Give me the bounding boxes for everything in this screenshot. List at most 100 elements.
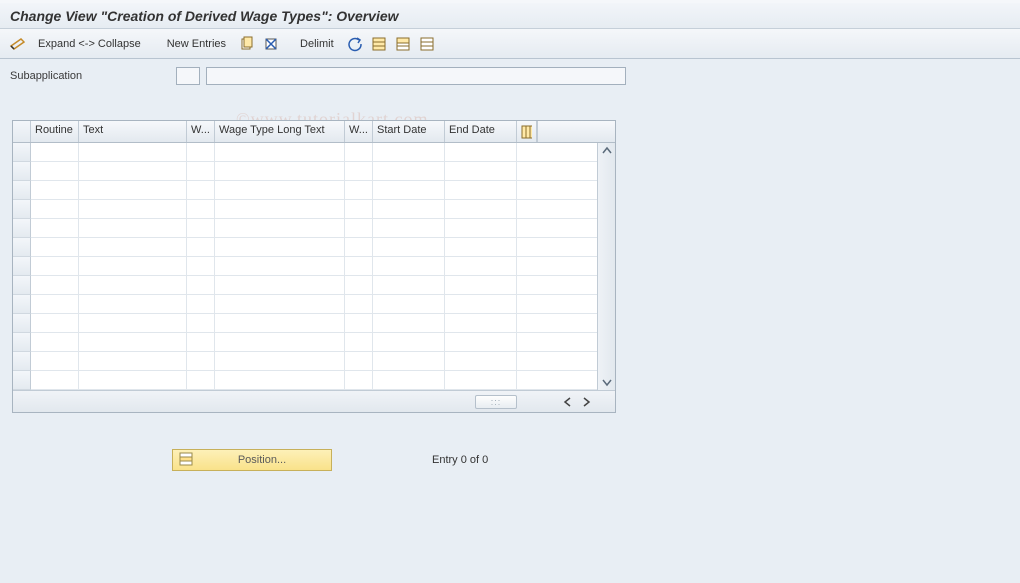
- table-cell[interactable]: [445, 162, 517, 180]
- table-cell[interactable]: [79, 333, 187, 351]
- table-cell[interactable]: [31, 333, 79, 351]
- table-cell[interactable]: [31, 371, 79, 389]
- scroll-down-icon[interactable]: [601, 376, 613, 388]
- position-button[interactable]: Position...: [172, 449, 332, 471]
- table-cell[interactable]: [373, 162, 445, 180]
- row-selector[interactable]: [13, 219, 31, 238]
- column-routine[interactable]: Routine: [31, 121, 79, 142]
- table-cell[interactable]: [79, 371, 187, 389]
- table-cell[interactable]: [445, 276, 517, 294]
- toggle-display-change-icon[interactable]: [8, 35, 26, 53]
- scroll-left-icon[interactable]: [561, 395, 575, 409]
- table-cell[interactable]: [79, 276, 187, 294]
- subapplication-code-field[interactable]: [176, 67, 200, 85]
- table-cell[interactable]: [31, 238, 79, 256]
- table-cell[interactable]: [31, 295, 79, 313]
- table-cell[interactable]: [31, 143, 79, 161]
- table-row[interactable]: [31, 314, 615, 333]
- table-cell[interactable]: [445, 295, 517, 313]
- row-selector[interactable]: [13, 295, 31, 314]
- table-cell[interactable]: [31, 162, 79, 180]
- table-cell[interactable]: [187, 200, 215, 218]
- table-cell[interactable]: [345, 143, 373, 161]
- table-cell[interactable]: [31, 200, 79, 218]
- table-cell[interactable]: [345, 219, 373, 237]
- table-cell[interactable]: [187, 314, 215, 332]
- table-cell[interactable]: [345, 371, 373, 389]
- expand-collapse-button[interactable]: Expand <-> Collapse: [32, 36, 147, 52]
- table-cell[interactable]: [445, 143, 517, 161]
- table-cell[interactable]: [187, 181, 215, 199]
- table-row[interactable]: [31, 181, 615, 200]
- table-cell[interactable]: [373, 200, 445, 218]
- row-selector[interactable]: [13, 257, 31, 276]
- table-cell[interactable]: [215, 162, 345, 180]
- row-selector[interactable]: [13, 238, 31, 257]
- copy-icon[interactable]: [238, 35, 256, 53]
- table-cell[interactable]: [345, 352, 373, 370]
- table-cell[interactable]: [79, 162, 187, 180]
- table-cell[interactable]: [79, 181, 187, 199]
- table-cell[interactable]: [187, 143, 215, 161]
- table-cell[interactable]: [79, 219, 187, 237]
- undo-icon[interactable]: [346, 35, 364, 53]
- table-cell[interactable]: [445, 333, 517, 351]
- table-cell[interactable]: [31, 219, 79, 237]
- table-cell[interactable]: [345, 162, 373, 180]
- table-cell[interactable]: [345, 314, 373, 332]
- row-selector-header[interactable]: [13, 121, 31, 142]
- table-cell[interactable]: [445, 181, 517, 199]
- table-row[interactable]: [31, 295, 615, 314]
- horizontal-scroll-handle[interactable]: :::: [475, 395, 517, 409]
- table-cell[interactable]: [345, 200, 373, 218]
- delete-icon[interactable]: [262, 35, 280, 53]
- row-selector[interactable]: [13, 276, 31, 295]
- table-cell[interactable]: [373, 295, 445, 313]
- table-cell[interactable]: [79, 257, 187, 275]
- scroll-right-icon[interactable]: [579, 395, 593, 409]
- table-cell[interactable]: [373, 352, 445, 370]
- table-row[interactable]: [31, 143, 615, 162]
- column-w2[interactable]: W...: [345, 121, 373, 142]
- table-cell[interactable]: [445, 352, 517, 370]
- row-selector[interactable]: [13, 352, 31, 371]
- row-selector[interactable]: [13, 200, 31, 219]
- table-cell[interactable]: [215, 276, 345, 294]
- table-row[interactable]: [31, 257, 615, 276]
- table-row[interactable]: [31, 200, 615, 219]
- table-cell[interactable]: [215, 295, 345, 313]
- table-cell[interactable]: [215, 200, 345, 218]
- table-row[interactable]: [31, 219, 615, 238]
- table-cell[interactable]: [187, 371, 215, 389]
- table-cell[interactable]: [445, 371, 517, 389]
- table-cell[interactable]: [79, 200, 187, 218]
- table-cell[interactable]: [79, 295, 187, 313]
- table-cell[interactable]: [373, 257, 445, 275]
- table-cell[interactable]: [79, 352, 187, 370]
- table-cell[interactable]: [187, 295, 215, 313]
- column-wage-long[interactable]: Wage Type Long Text: [215, 121, 345, 142]
- table-cell[interactable]: [345, 276, 373, 294]
- table-cell[interactable]: [79, 314, 187, 332]
- table-row[interactable]: [31, 352, 615, 371]
- table-row[interactable]: [31, 333, 615, 352]
- vertical-scrollbar[interactable]: [597, 143, 615, 390]
- table-cell[interactable]: [373, 314, 445, 332]
- delimit-button[interactable]: Delimit: [294, 36, 340, 52]
- table-cell[interactable]: [345, 238, 373, 256]
- table-cell[interactable]: [345, 257, 373, 275]
- table-cell[interactable]: [215, 352, 345, 370]
- table-cell[interactable]: [215, 371, 345, 389]
- table-cell[interactable]: [373, 276, 445, 294]
- table-cell[interactable]: [215, 219, 345, 237]
- table-cell[interactable]: [215, 333, 345, 351]
- row-selector[interactable]: [13, 333, 31, 352]
- table-cell[interactable]: [187, 219, 215, 237]
- row-selector[interactable]: [13, 181, 31, 200]
- table-cell[interactable]: [31, 276, 79, 294]
- table-cell[interactable]: [31, 352, 79, 370]
- row-selector[interactable]: [13, 143, 31, 162]
- table-cell[interactable]: [345, 295, 373, 313]
- table-cell[interactable]: [373, 181, 445, 199]
- table-cell[interactable]: [445, 257, 517, 275]
